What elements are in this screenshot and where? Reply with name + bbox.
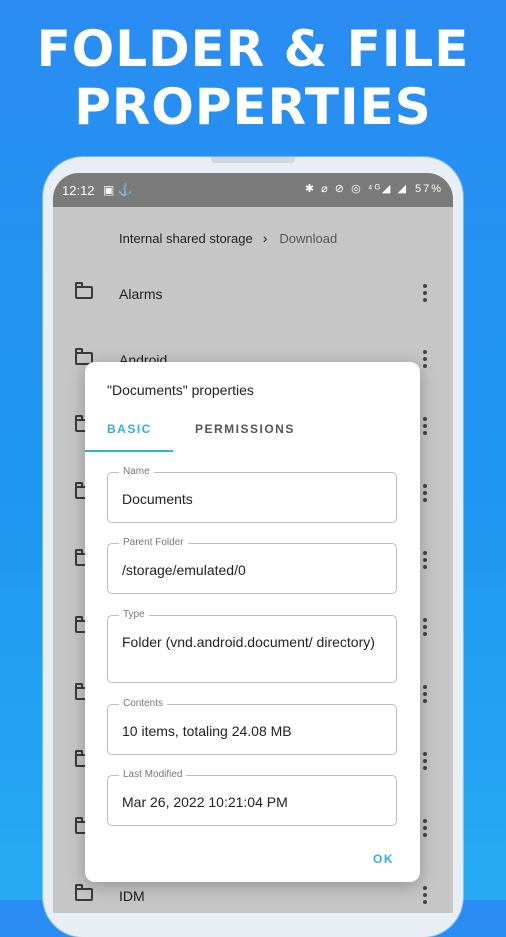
breadcrumb-current[interactable]: Download bbox=[279, 231, 337, 246]
more-vert-icon[interactable] bbox=[423, 350, 427, 368]
status-time: 12:12 bbox=[62, 183, 95, 198]
file-name: Alarms bbox=[119, 286, 163, 302]
properties-dialog: "Documents" properties BASIC PERMISSIONS… bbox=[85, 362, 420, 882]
more-vert-icon[interactable] bbox=[423, 484, 427, 502]
last-modified-value: Mar 26, 2022 10:21:04 PM bbox=[122, 794, 288, 810]
file-name: IDM bbox=[119, 888, 145, 904]
tab-permissions[interactable]: PERMISSIONS bbox=[195, 422, 295, 436]
parent-folder-field[interactable]: Parent Folder /storage/emulated/0 bbox=[107, 537, 397, 594]
parent-folder-value: /storage/emulated/0 bbox=[122, 562, 246, 578]
more-vert-icon[interactable] bbox=[423, 417, 427, 435]
folder-icon bbox=[75, 884, 93, 901]
more-vert-icon[interactable] bbox=[423, 551, 427, 569]
status-notification-icons: ▣ ⚓ bbox=[103, 183, 133, 197]
parent-folder-label: Parent Folder bbox=[119, 537, 188, 548]
tab-indicator bbox=[85, 450, 173, 452]
contents-value: 10 items, totaling 24.08 MB bbox=[122, 723, 292, 739]
folder-icon bbox=[75, 282, 93, 299]
type-value: Folder (vnd.android.document/ directory) bbox=[122, 634, 375, 650]
phone-speaker bbox=[211, 157, 295, 163]
breadcrumb: Internal shared storage › Download bbox=[119, 230, 337, 246]
last-modified-label: Last Modified bbox=[119, 769, 187, 780]
status-signal-icons: ✱ ⌀ ⊘ ◎ ⁴ᴳ◢ ◢ bbox=[304, 183, 408, 195]
more-vert-icon[interactable] bbox=[423, 752, 427, 770]
status-bar: 12:12 ▣ ⚓ ✱ ⌀ ⊘ ◎ ⁴ᴳ◢ ◢ 57% bbox=[53, 173, 453, 207]
contents-field[interactable]: Contents 10 items, totaling 24.08 MB bbox=[107, 698, 397, 755]
more-vert-icon[interactable] bbox=[423, 886, 427, 904]
status-system-icons: ✱ ⌀ ⊘ ◎ ⁴ᴳ◢ ◢ 57% bbox=[305, 182, 443, 195]
more-vert-icon[interactable] bbox=[423, 284, 427, 302]
more-vert-icon[interactable] bbox=[423, 685, 427, 703]
name-field-label: Name bbox=[119, 466, 154, 477]
dialog-tabs: BASIC PERMISSIONS bbox=[85, 420, 420, 452]
last-modified-field[interactable]: Last Modified Mar 26, 2022 10:21:04 PM bbox=[107, 769, 397, 826]
breadcrumb-root[interactable]: Internal shared storage bbox=[119, 231, 253, 246]
name-field[interactable]: Name Documents bbox=[107, 466, 397, 523]
type-field[interactable]: Type Folder (vnd.android.document/ direc… bbox=[107, 609, 397, 683]
more-vert-icon[interactable] bbox=[423, 618, 427, 636]
contents-label: Contents bbox=[119, 698, 168, 709]
promo-headline-line1: FOLDER & FILE bbox=[36, 20, 470, 78]
name-field-value: Documents bbox=[122, 491, 193, 507]
type-label: Type bbox=[119, 609, 149, 620]
tab-basic[interactable]: BASIC bbox=[107, 422, 152, 436]
dialog-title: "Documents" properties bbox=[107, 382, 254, 398]
more-vert-icon[interactable] bbox=[423, 819, 427, 837]
ok-button[interactable]: OK bbox=[373, 852, 394, 866]
promo-headline-line2: PROPERTIES bbox=[74, 78, 432, 136]
battery-level: 57% bbox=[414, 183, 443, 195]
chevron-right-icon: › bbox=[262, 230, 268, 246]
file-row-alarms[interactable]: Alarms bbox=[53, 274, 453, 314]
